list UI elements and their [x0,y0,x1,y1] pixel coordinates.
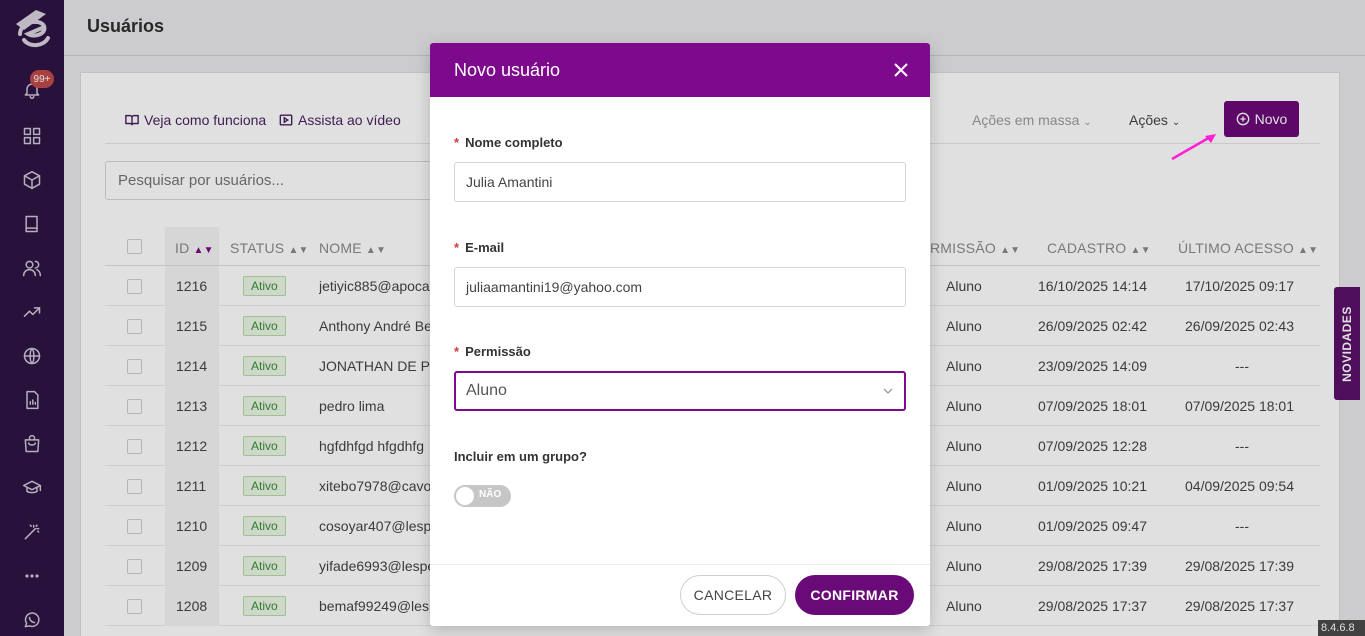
email-label: * E-mail [454,240,504,255]
permission-value: Aluno [466,382,507,399]
confirm-button[interactable]: CONFIRMAR [795,575,914,615]
modal-header: Novo usuário [430,43,930,97]
full-name-value: Julia Amantini [466,174,553,190]
required-asterisk: * [454,240,460,255]
email-label-text: E-mail [465,240,505,255]
permission-label: * Permissão [454,344,531,359]
permission-label-text: Permissão [465,344,531,359]
full-name-field[interactable]: Julia Amantini [454,162,906,202]
group-label: Incluir em um grupo? [454,449,587,464]
group-toggle[interactable]: NÃO [454,485,511,507]
toggle-knob [456,487,474,505]
permission-select[interactable]: Aluno [454,371,906,411]
modal-title: Novo usuário [454,60,561,80]
email-value: juliaamantini19@yahoo.com [466,279,643,295]
email-field[interactable]: juliaamantini19@yahoo.com [454,267,906,307]
toggle-label: NÃO [479,489,502,500]
annotation-arrow-icon [1171,134,1216,161]
close-icon[interactable] [892,61,910,79]
cancel-button[interactable]: CANCELAR [680,575,786,615]
full-name-label-text: Nome completo [465,135,563,150]
required-asterisk: * [454,135,460,150]
full-name-label: * Nome completo [454,135,563,150]
required-asterisk: * [454,344,460,359]
modal-footer-divider [430,564,930,565]
new-user-modal: Novo usuário * Nome completo Julia Amanti… [430,43,930,626]
chevron-down-icon [883,388,893,394]
